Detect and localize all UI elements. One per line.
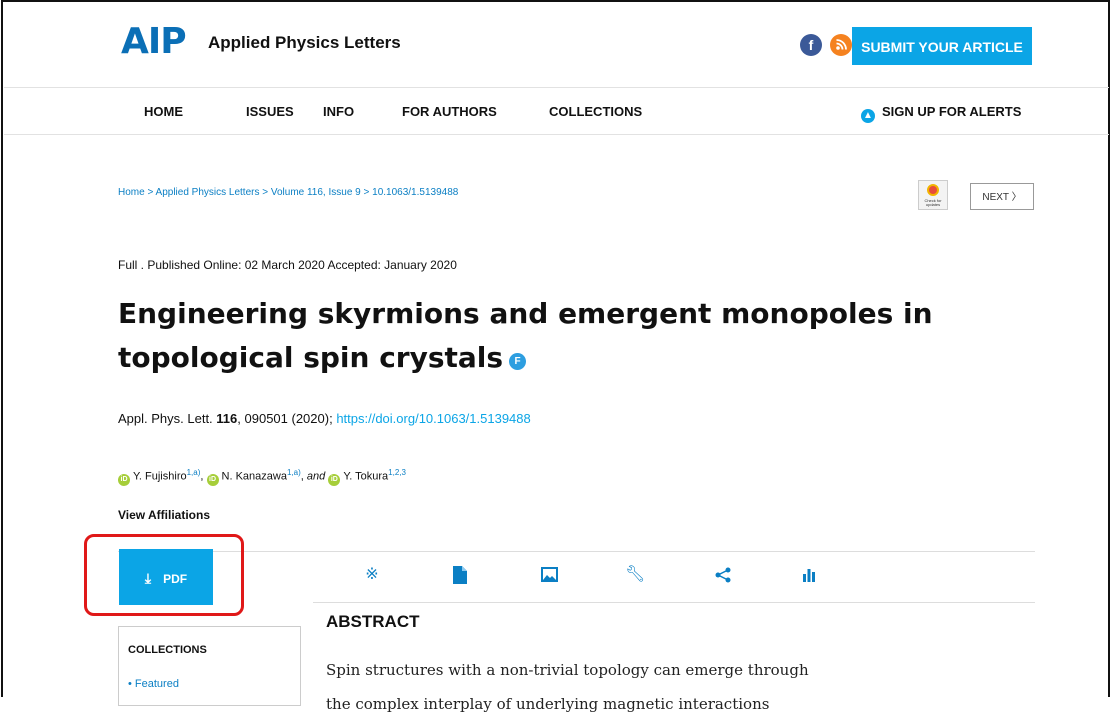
- nav-issues[interactable]: ISSUES: [246, 104, 294, 119]
- journal-abbrev: Appl. Phys. Lett.: [118, 411, 213, 426]
- tools-wrench-icon[interactable]: 🔧︎: [625, 563, 645, 587]
- author-name[interactable]: Y. Fujishiro: [133, 471, 187, 483]
- highlight-annotation: [84, 534, 244, 616]
- author-affiliation: 1,a): [186, 468, 201, 477]
- document-icon[interactable]: [450, 563, 470, 587]
- image-icon[interactable]: [539, 563, 559, 587]
- next-label: NEXT: [982, 192, 1009, 203]
- toolbar-bottom-divider: [313, 602, 1035, 603]
- nav-divider: [4, 134, 1109, 135]
- author-affiliation: 1,2,3: [388, 468, 406, 477]
- nav-home[interactable]: HOME: [144, 104, 183, 119]
- rss-icon[interactable]: [830, 34, 852, 56]
- breadcrumb[interactable]: Home > Applied Physics Letters > Volume …: [118, 187, 458, 198]
- collection-item-label: Featured: [134, 678, 179, 690]
- abstract-line: Spin structures with a non-trivial topol…: [326, 661, 809, 679]
- doi-link[interactable]: https://doi.org/10.1063/1.5139488: [336, 411, 530, 426]
- nav-collections[interactable]: COLLECTIONS: [549, 104, 642, 119]
- chevron-right-icon: 〉: [1011, 192, 1022, 203]
- collection-item[interactable]: • Featured: [128, 678, 179, 690]
- sign-up-alerts-link[interactable]: ▲ SIGN UP FOR ALERTS: [861, 104, 1021, 123]
- nav-info[interactable]: INFO: [323, 104, 354, 119]
- collections-title: COLLECTIONS: [128, 644, 207, 656]
- volume-number: 116: [216, 411, 238, 426]
- citation: Appl. Phys. Lett. 116, 090501 (2020); ht…: [118, 411, 531, 426]
- toolbar-divider: [118, 551, 1035, 552]
- citation-pages: , 090501 (2020);: [237, 411, 333, 426]
- author-name[interactable]: N. Kanazawa: [222, 471, 287, 483]
- aip-logo[interactable]: AIP: [121, 22, 187, 62]
- facebook-icon[interactable]: f: [800, 34, 822, 56]
- view-affiliations-link[interactable]: View Affiliations: [118, 508, 210, 522]
- alerts-label: SIGN UP FOR ALERTS: [882, 104, 1022, 119]
- publication-info: Full . Published Online: 02 March 2020 A…: [118, 258, 457, 272]
- orcid-icon[interactable]: iD: [118, 473, 130, 486]
- abstract-heading: ABSTRACT: [326, 612, 420, 631]
- abstract-text: Spin structures with a non-trivial topol…: [326, 653, 1026, 721]
- submit-article-button[interactable]: SUBMIT YOUR ARTICLE: [852, 27, 1032, 65]
- topics-icon[interactable]: ※: [362, 563, 382, 587]
- bell-icon: ▲: [861, 109, 875, 123]
- and-text: and: [306, 470, 326, 483]
- author-affiliation: 1,a): [286, 468, 301, 477]
- next-article-button[interactable]: NEXT 〉: [970, 183, 1034, 210]
- author-list: iD Y. Fujishiro1,a), iD N. Kanazawa1,a), a…: [118, 468, 406, 486]
- share-icon[interactable]: [713, 563, 733, 587]
- check-for-updates-icon[interactable]: Check for updates: [918, 180, 948, 210]
- orcid-icon[interactable]: iD: [206, 473, 219, 486]
- journal-name[interactable]: Applied Physics Letters: [208, 33, 401, 53]
- nav-for-authors[interactable]: FOR AUTHORS: [402, 104, 497, 119]
- header-divider: [4, 87, 1109, 88]
- collections-box: COLLECTIONS • Featured: [118, 626, 301, 706]
- author-name[interactable]: Y. Tokura: [343, 471, 388, 483]
- featured-badge-icon[interactable]: F: [509, 353, 527, 370]
- article-title: Engineering skyrmions and emergent monop…: [118, 292, 1018, 380]
- abstract-line: the complex interplay of underlying magn…: [326, 695, 770, 713]
- metrics-icon[interactable]: [799, 563, 819, 587]
- orcid-icon[interactable]: iD: [328, 473, 341, 486]
